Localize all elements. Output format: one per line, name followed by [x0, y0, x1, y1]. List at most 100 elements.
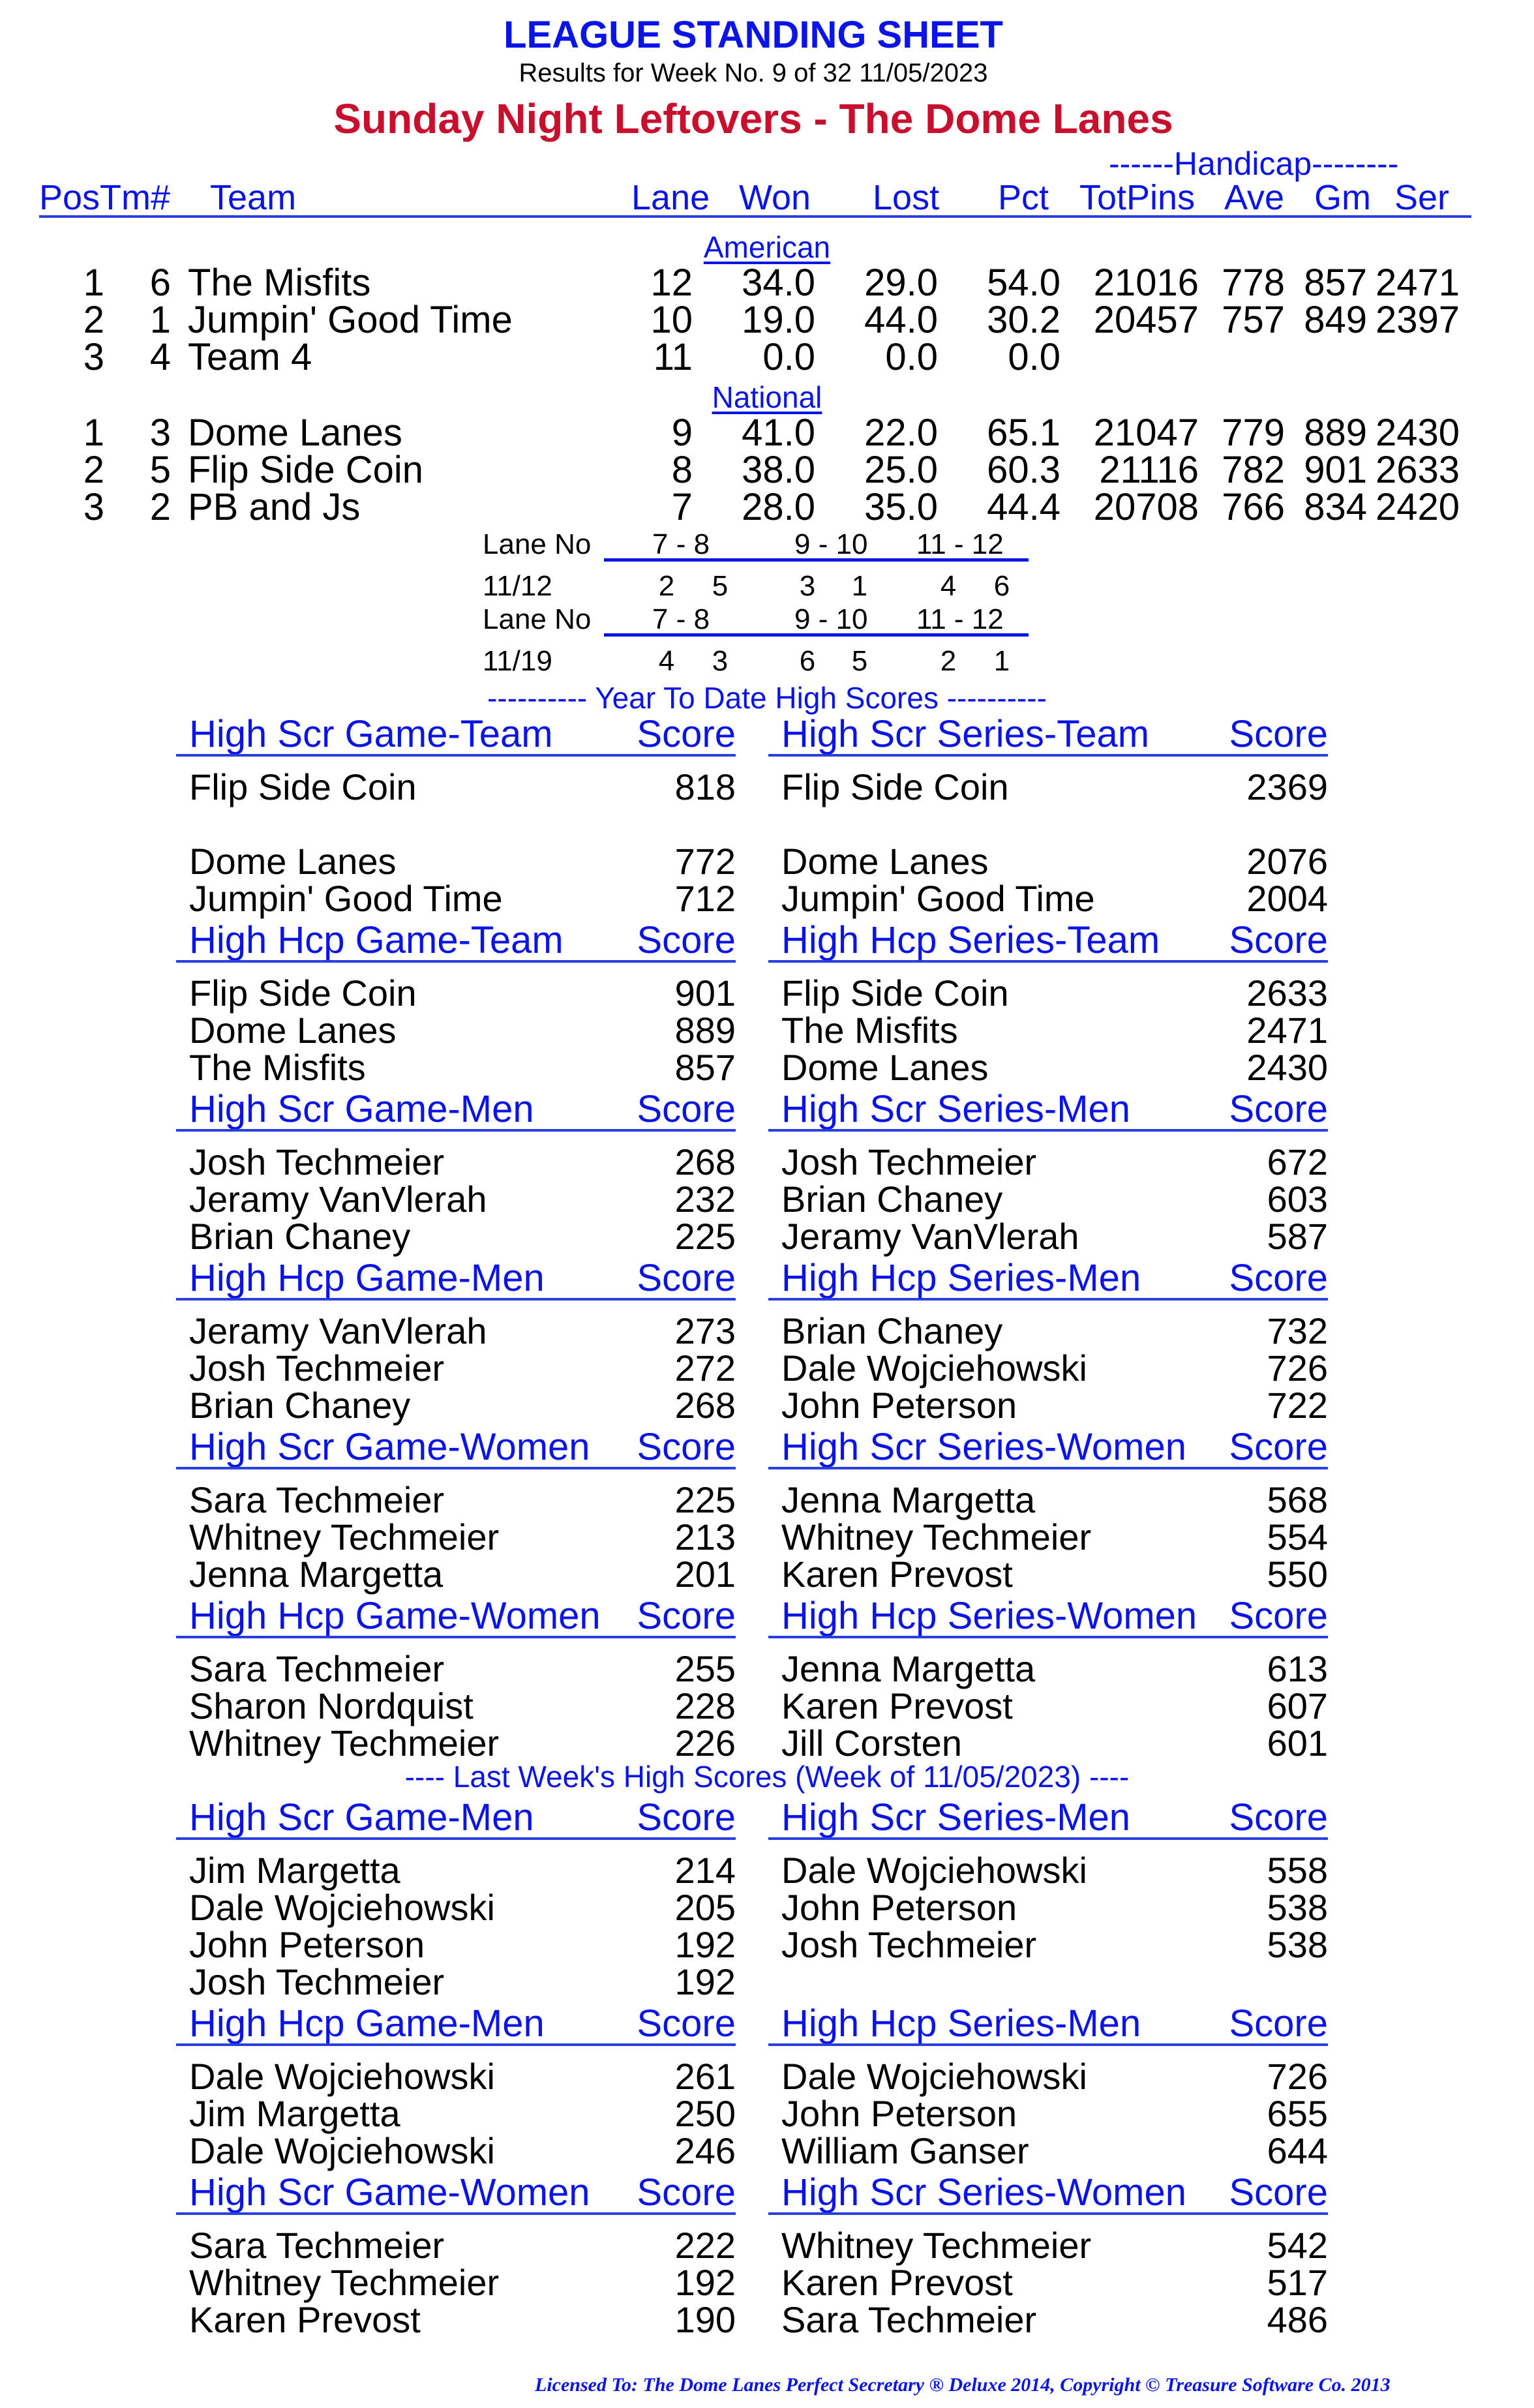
- scheduled-team-number: 1: [851, 570, 868, 602]
- score-column-label: Score: [637, 1088, 736, 1130]
- section-header: High Scr Game-Men Score: [176, 1794, 736, 1840]
- score-column-label: Score: [1229, 1426, 1328, 1468]
- section-header: High Hcp Game-Women Score: [176, 1593, 736, 1638]
- section-underline: [176, 1298, 736, 1301]
- score-value: 601: [1267, 1723, 1328, 1764]
- score-row: Jenna Margetta 201: [176, 1550, 736, 1595]
- section-underline: [768, 960, 1328, 963]
- ytd-high-scores-banner: ---------- Year To Date High Scores ----…: [487, 681, 1047, 715]
- score-row: Sara Techmeier 225: [176, 1476, 736, 1520]
- section-title: High Scr Game-Team: [189, 713, 553, 755]
- scheduled-team-number: 1: [993, 645, 1010, 677]
- section-header: High Hcp Series-Men Score: [768, 2000, 1328, 2046]
- schedule-date: 11/12: [483, 570, 552, 602]
- score-row: Josh Techmeier 192: [176, 1958, 736, 2002]
- lane-schedule-rule: [604, 633, 1029, 637]
- section-underline: [768, 1129, 1328, 1132]
- score-value: 190: [674, 2299, 736, 2340]
- bowler-name: Josh Techmeier: [189, 1961, 445, 2002]
- bowler-name: Dome Lanes: [781, 1047, 989, 1088]
- score-row: Flip Side Coin 2633: [768, 969, 1328, 1014]
- score-row: Whitney Techmeier 554: [768, 1513, 1328, 1558]
- bowler-name: Brian Chaney: [189, 1385, 411, 1426]
- col-header-won: Won: [739, 178, 811, 217]
- week-results-subtitle: Results for Week No. 9 of 32 11/05/2023: [519, 59, 988, 87]
- section-header: High Scr Series-Women Score: [768, 2169, 1328, 2215]
- totpins-cell: 20708: [1093, 486, 1199, 528]
- totpins-cell: 20457: [1093, 299, 1199, 341]
- section-underline: [176, 1636, 736, 1638]
- high-score-section: High Scr Game-Team Score Flip Side Coin 818…: [176, 711, 736, 919]
- section-title: High Scr Series-Men: [781, 1796, 1131, 1839]
- bowler-name: Sara Techmeier: [781, 2299, 1037, 2340]
- section-header: High Scr Series-Team Score: [768, 711, 1328, 757]
- score-value: 486: [1267, 2299, 1328, 2340]
- section-header: High Hcp Game-Men Score: [176, 1255, 736, 1301]
- score-row: Karen Prevost 550: [768, 1550, 1328, 1595]
- last-week-high-scores-banner: ---- Last Week's High Scores (Week of 11…: [404, 1760, 1130, 1794]
- score-column-label: Score: [1229, 2002, 1328, 2045]
- section-underline: [176, 2212, 736, 2215]
- score-row: Whitney Techmeier 542: [768, 2221, 1328, 2266]
- score-row: Sharon Nordquist 228: [176, 1682, 736, 1726]
- col-header-lost: Lost: [873, 178, 940, 217]
- col-header-ser: Ser: [1394, 178, 1450, 217]
- score-row: William Ganser 644: [768, 2127, 1328, 2171]
- score-value: 587: [1267, 1216, 1328, 1257]
- section-header: High Scr Game-Women Score: [176, 2169, 736, 2215]
- score-row: Josh Techmeier 268: [176, 1138, 736, 1182]
- section-title: High Hcp Game-Men: [189, 2002, 545, 2045]
- score-row: Jumpin' Good Time 2004: [768, 875, 1328, 919]
- score-row: Flip Side Coin 818: [176, 763, 736, 807]
- score-row: Jumpin' Good Time 712: [176, 875, 736, 919]
- lost-cell: 0.0: [885, 336, 938, 378]
- lane-no-label: Lane No: [483, 603, 592, 635]
- col-header-team: Team: [210, 178, 297, 217]
- score-row: John Peterson 655: [768, 2090, 1328, 2134]
- bowler-name: Karen Prevost: [781, 1554, 1013, 1595]
- section-title: High Scr Game-Men: [189, 1796, 534, 1839]
- score-row: Brian Chaney 225: [176, 1212, 736, 1257]
- section-underline: [768, 1298, 1328, 1301]
- hcp-series-cell: 2420: [1375, 486, 1460, 528]
- team-number-cell: 4: [149, 336, 171, 378]
- score-row: [768, 1958, 1328, 1995]
- license-footer: Licensed To: The Dome Lanes Perfect Secr…: [535, 2374, 1391, 2396]
- section-title: High Scr Series-Women: [781, 1426, 1187, 1468]
- lane-pair-header: 11 - 12: [916, 603, 1004, 635]
- section-header: High Scr Series-Men Score: [768, 1086, 1328, 1132]
- section-header: High Scr Game-Men Score: [176, 1086, 736, 1132]
- schedule-date: 11/19: [483, 645, 552, 677]
- score-column-label: Score: [1229, 713, 1328, 755]
- score-row: Sara Techmeier 222: [176, 2221, 736, 2266]
- scheduled-team-number: 5: [712, 570, 729, 602]
- score-value: 644: [1267, 2130, 1328, 2171]
- score-row: Jim Margetta 250: [176, 2090, 736, 2134]
- score-column-label: Score: [637, 713, 736, 755]
- lane-pair-header: 7 - 8: [652, 528, 710, 560]
- bowler-name: Jumpin' Good Time: [189, 878, 503, 919]
- score-row: Jeramy VanVlerah 273: [176, 1307, 736, 1351]
- scheduled-team-number: 3: [799, 570, 816, 602]
- section-title: High Scr Game-Women: [189, 2171, 590, 2214]
- bowler-name: Brian Chaney: [189, 1216, 411, 1257]
- high-score-section: High Scr Series-Women Score Jenna Margetta…: [768, 1424, 1328, 1595]
- lost-cell: 35.0: [864, 486, 938, 528]
- team-name-cell: Team 4: [188, 336, 312, 378]
- score-column-label: Score: [637, 919, 736, 961]
- section-title: High Hcp Game-Women: [189, 1595, 601, 1637]
- score-value: 550: [1267, 1554, 1328, 1595]
- section-header: High Hcp Series-Women Score: [768, 1593, 1328, 1638]
- score-row: Dome Lanes 2430: [768, 1044, 1328, 1088]
- score-value: 192: [674, 1961, 736, 2002]
- score-value: 857: [674, 1047, 736, 1088]
- section-underline: [176, 1129, 736, 1132]
- section-title: High Scr Game-Men: [189, 1088, 534, 1130]
- score-row: John Peterson 192: [176, 1921, 736, 1965]
